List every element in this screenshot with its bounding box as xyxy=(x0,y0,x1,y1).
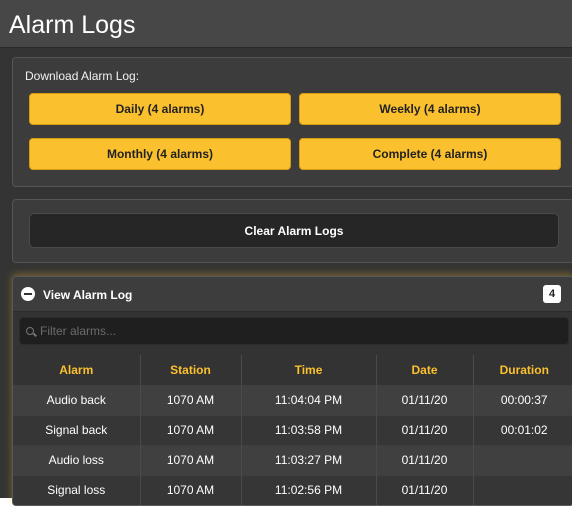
column-header-alarm[interactable]: Alarm xyxy=(13,355,141,385)
column-header-station[interactable]: Station xyxy=(140,355,242,385)
cell-duration: 00:00:37 xyxy=(473,384,572,415)
clear-panel: Clear Alarm Logs xyxy=(12,199,572,263)
download-weekly-button[interactable]: Weekly (4 alarms) xyxy=(299,93,561,125)
cell-date: 01/11/20 xyxy=(376,414,474,445)
alarm-log-header[interactable]: View Alarm Log 4 xyxy=(13,277,572,312)
column-header-time[interactable]: Time xyxy=(241,355,377,385)
download-monthly-button[interactable]: Monthly (4 alarms) xyxy=(29,138,291,170)
table-row: Signal loss 1070 AM 11:02:56 PM 01/11/20 xyxy=(13,474,572,505)
filter-input[interactable] xyxy=(40,318,560,344)
cell-alarm: Audio loss xyxy=(13,444,141,475)
cell-duration xyxy=(473,474,572,505)
download-complete-button[interactable]: Complete (4 alarms) xyxy=(299,138,561,170)
table-row: Audio back 1070 AM 11:04:04 PM 01/11/20 … xyxy=(13,384,572,415)
cell-duration: 00:01:02 xyxy=(473,414,572,445)
table-row: Signal back 1070 AM 11:03:58 PM 01/11/20… xyxy=(13,414,572,445)
download-label: Download Alarm Log: xyxy=(25,69,140,83)
download-panel: Download Alarm Log: Daily (4 alarms) Wee… xyxy=(12,57,572,187)
clear-alarm-logs-button[interactable]: Clear Alarm Logs xyxy=(29,213,559,248)
cell-alarm: Signal loss xyxy=(13,474,141,505)
cell-date: 01/11/20 xyxy=(376,444,474,475)
download-daily-button[interactable]: Daily (4 alarms) xyxy=(29,93,291,125)
cell-time: 11:03:58 PM xyxy=(241,414,377,445)
cell-duration xyxy=(473,444,572,475)
cell-station: 1070 AM xyxy=(140,474,242,505)
cell-time: 11:02:56 PM xyxy=(241,474,377,505)
cell-station: 1070 AM xyxy=(140,444,242,475)
cell-time: 11:03:27 PM xyxy=(241,444,377,475)
alarm-logs-page: Alarm Logs Download Alarm Log: Daily (4 … xyxy=(0,0,572,506)
alarm-count-badge: 4 xyxy=(543,285,561,303)
cell-station: 1070 AM xyxy=(140,414,242,445)
title-bar: Alarm Logs xyxy=(0,0,572,48)
minus-circle-icon[interactable] xyxy=(21,287,35,301)
alarm-table: Alarm Station Time Date Duration Audio b… xyxy=(13,355,572,505)
cell-alarm: Signal back xyxy=(13,414,141,445)
column-header-date[interactable]: Date xyxy=(376,355,474,385)
search-icon xyxy=(26,327,34,335)
filter-box xyxy=(19,317,569,345)
table-row: Audio loss 1070 AM 11:03:27 PM 01/11/20 xyxy=(13,444,572,475)
column-header-duration[interactable]: Duration xyxy=(473,355,572,385)
cell-time: 11:04:04 PM xyxy=(241,384,377,415)
alarm-log-panel: View Alarm Log 4 Alarm Station Time Date… xyxy=(12,276,572,506)
cell-date: 01/11/20 xyxy=(376,384,474,415)
page-title: Alarm Logs xyxy=(9,11,136,39)
alarm-log-title: View Alarm Log xyxy=(43,288,133,302)
cell-alarm: Audio back xyxy=(13,384,141,415)
cell-date: 01/11/20 xyxy=(376,474,474,505)
table-header-row: Alarm Station Time Date Duration xyxy=(13,355,572,385)
cell-station: 1070 AM xyxy=(140,384,242,415)
